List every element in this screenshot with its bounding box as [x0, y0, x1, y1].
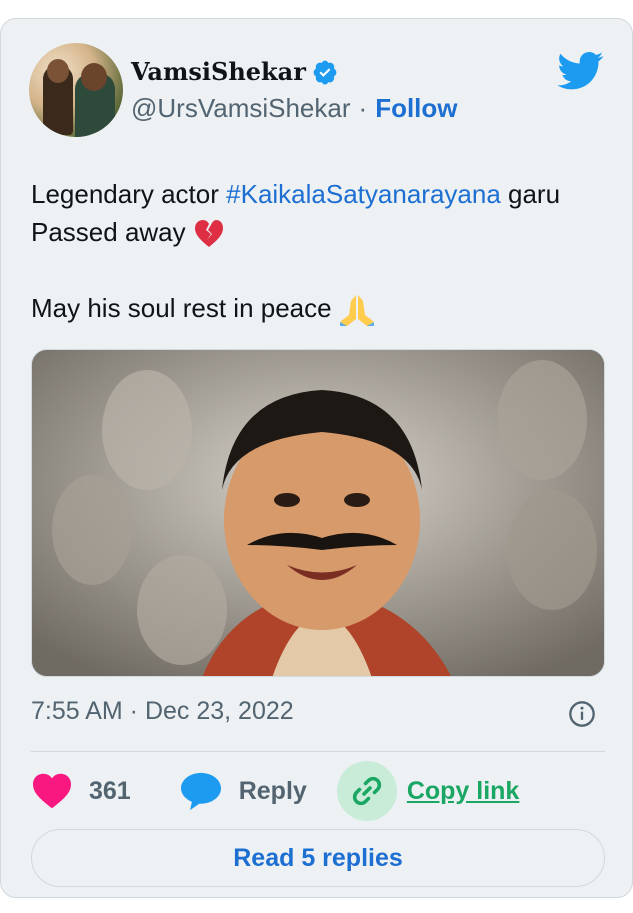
tweet-text-segment: May his soul rest in peace — [31, 293, 332, 323]
avatar[interactable] — [29, 43, 123, 137]
twitter-bird-icon[interactable] — [558, 47, 604, 93]
copy-link-label: Copy link — [406, 776, 520, 805]
tweet-photo[interactable] — [31, 349, 605, 677]
reply-button[interactable]: Reply — [179, 771, 307, 811]
tweet-card: VamsiShekar @UrsVamsiShekar · Follow Leg… — [0, 18, 633, 898]
divider — [31, 751, 605, 752]
folded-hands-icon — [339, 295, 374, 327]
follow-button[interactable]: Follow — [375, 93, 457, 124]
author-handle[interactable]: @UrsVamsiShekar — [131, 93, 351, 124]
author-handle-row: @UrsVamsiShekar · Follow — [131, 93, 458, 124]
avatar-person-head — [47, 59, 69, 83]
link-icon — [352, 776, 381, 806]
avatar-person-head — [81, 63, 107, 91]
tweet-timestamp[interactable]: 7:55 AM · Dec 23, 2022 — [31, 697, 294, 726]
tweet-text: Legendary actor #KaikalaSatyanarayana ga… — [31, 175, 611, 327]
copy-link-button[interactable]: Copy link — [336, 761, 520, 821]
author-name-row: VamsiShekar — [131, 57, 338, 86]
hashtag-link[interactable]: #KaikalaSatyanarayana — [226, 179, 501, 209]
author-display-name[interactable]: VamsiShekar — [131, 57, 306, 86]
tweet-line-2: Passed away — [31, 213, 611, 251]
tweet-text-segment: Legendary actor — [31, 179, 227, 209]
reply-bubble-icon — [180, 772, 221, 811]
verified-badge-icon — [313, 60, 337, 84]
reply-label: Reply — [238, 776, 307, 805]
like-button[interactable]: 361 — [31, 772, 131, 810]
read-replies-button[interactable]: Read 5 replies — [31, 829, 605, 887]
tweet-text-segment: garu — [500, 179, 561, 209]
separator-dot: · — [358, 93, 368, 123]
photo-illustration — [32, 350, 604, 676]
like-count: 361 — [89, 776, 131, 805]
action-bar: 361 Reply Copy link — [31, 761, 611, 821]
tweet-line-4: May his soul rest in peace — [31, 289, 611, 327]
broken-heart-icon — [194, 220, 223, 248]
info-icon[interactable] — [568, 700, 596, 728]
link-icon-wrap — [336, 761, 397, 821]
tweet-text-segment: Passed away — [31, 217, 186, 247]
heart-icon — [33, 773, 71, 809]
tweet-line-1: Legendary actor #KaikalaSatyanarayana ga… — [31, 175, 611, 213]
